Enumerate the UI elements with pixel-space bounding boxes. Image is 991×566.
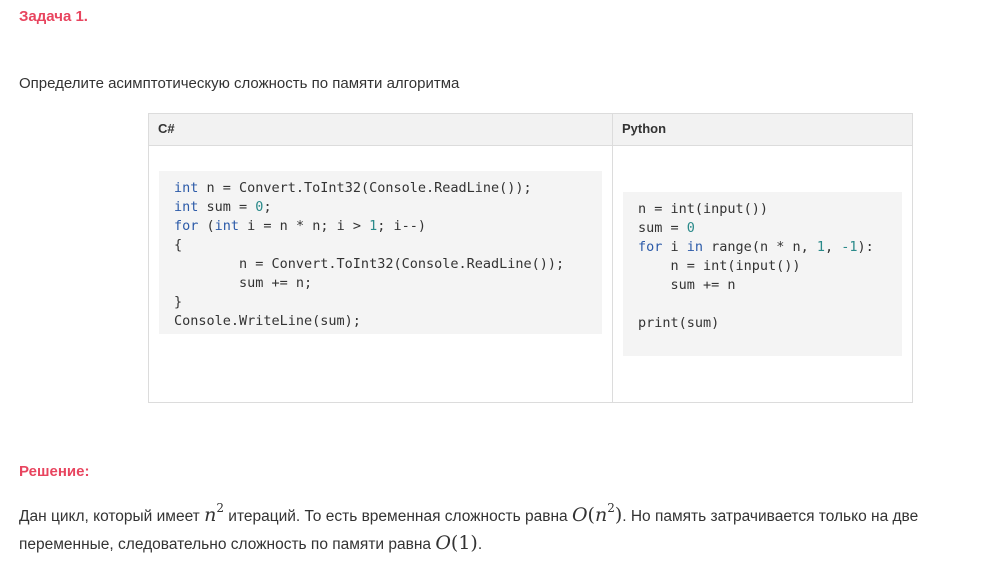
code-line: n = Convert.ToInt32(Console.ReadLine()); bbox=[174, 256, 565, 272]
code-keyword: int bbox=[174, 199, 199, 215]
code-number: -1 bbox=[841, 239, 858, 255]
code-text: range(n * n, bbox=[703, 239, 817, 255]
column-divider bbox=[612, 114, 613, 402]
code-line: for (int i = n * n; i > 1; i--) bbox=[174, 217, 602, 236]
math-big-o: O bbox=[571, 504, 588, 526]
code-keyword: for bbox=[174, 218, 199, 234]
code-line: sum += n; bbox=[174, 275, 313, 291]
table-header-python: Python bbox=[613, 114, 912, 146]
task-title: Задача 1. bbox=[19, 8, 88, 25]
code-number: 0 bbox=[686, 220, 695, 236]
code-number: 1 bbox=[369, 218, 378, 234]
code-keyword: int bbox=[174, 180, 199, 196]
code-line: for i in range(n * n, 1, -1): bbox=[638, 238, 902, 257]
code-comparison-table: C# Python int n = Convert.ToInt32(Consol… bbox=[148, 113, 913, 403]
code-text: ; bbox=[263, 199, 272, 215]
code-line: sum += n bbox=[638, 277, 736, 293]
code-line: { bbox=[174, 237, 183, 253]
code-line: n = int(input()) bbox=[638, 201, 769, 217]
solution-text-part: . bbox=[477, 536, 483, 553]
code-line: n = int(input()) bbox=[638, 258, 801, 274]
code-keyword: in bbox=[686, 239, 704, 255]
code-text: sum = bbox=[198, 199, 256, 215]
code-text: i = n * n; i > bbox=[239, 218, 370, 234]
code-text: , bbox=[824, 239, 842, 255]
math-n: n bbox=[594, 504, 608, 526]
code-keyword: int bbox=[214, 218, 240, 234]
code-text: sum = bbox=[638, 220, 687, 236]
math-exponent: 2 bbox=[607, 501, 615, 515]
code-keyword: for bbox=[638, 239, 663, 255]
solution-paragraph: Дан цикл, который имеет n2 итераций. То … bbox=[19, 502, 979, 558]
solution-text-part: итераций. То есть временная сложность ра… bbox=[223, 508, 572, 525]
math-constant: (1) bbox=[450, 532, 478, 554]
code-line: sum = 0 bbox=[638, 219, 902, 238]
code-line: Console.WriteLine(sum); bbox=[174, 313, 361, 329]
solution-title: Решение: bbox=[19, 463, 90, 480]
code-text: i bbox=[662, 239, 687, 255]
solution-text-part: Дан цикл, который имеет bbox=[19, 508, 205, 525]
math-paren: ( bbox=[587, 504, 595, 526]
code-text: ( bbox=[198, 218, 215, 234]
code-number: 1 bbox=[816, 239, 825, 255]
code-text: ): bbox=[857, 239, 874, 255]
code-text: ; i--) bbox=[377, 218, 427, 234]
task-question: Определите асимптотическую сложность по … bbox=[19, 75, 460, 92]
code-line: int n = Convert.ToInt32(Console.ReadLine… bbox=[174, 179, 602, 198]
code-text: n = Convert.ToInt32(Console.ReadLine()); bbox=[198, 180, 532, 196]
python-code-block: n = int(input()) sum = 0 for i in range(… bbox=[623, 192, 902, 356]
code-line: } bbox=[174, 294, 183, 310]
table-header-csharp: C# bbox=[149, 114, 613, 146]
math-big-o: O bbox=[435, 532, 451, 554]
csharp-code-block: int n = Convert.ToInt32(Console.ReadLine… bbox=[159, 171, 602, 334]
math-exponent: 2 bbox=[216, 501, 224, 515]
code-line: int sum = 0; bbox=[174, 198, 602, 217]
math-n: n bbox=[204, 504, 217, 526]
code-line: print(sum) bbox=[638, 315, 720, 331]
